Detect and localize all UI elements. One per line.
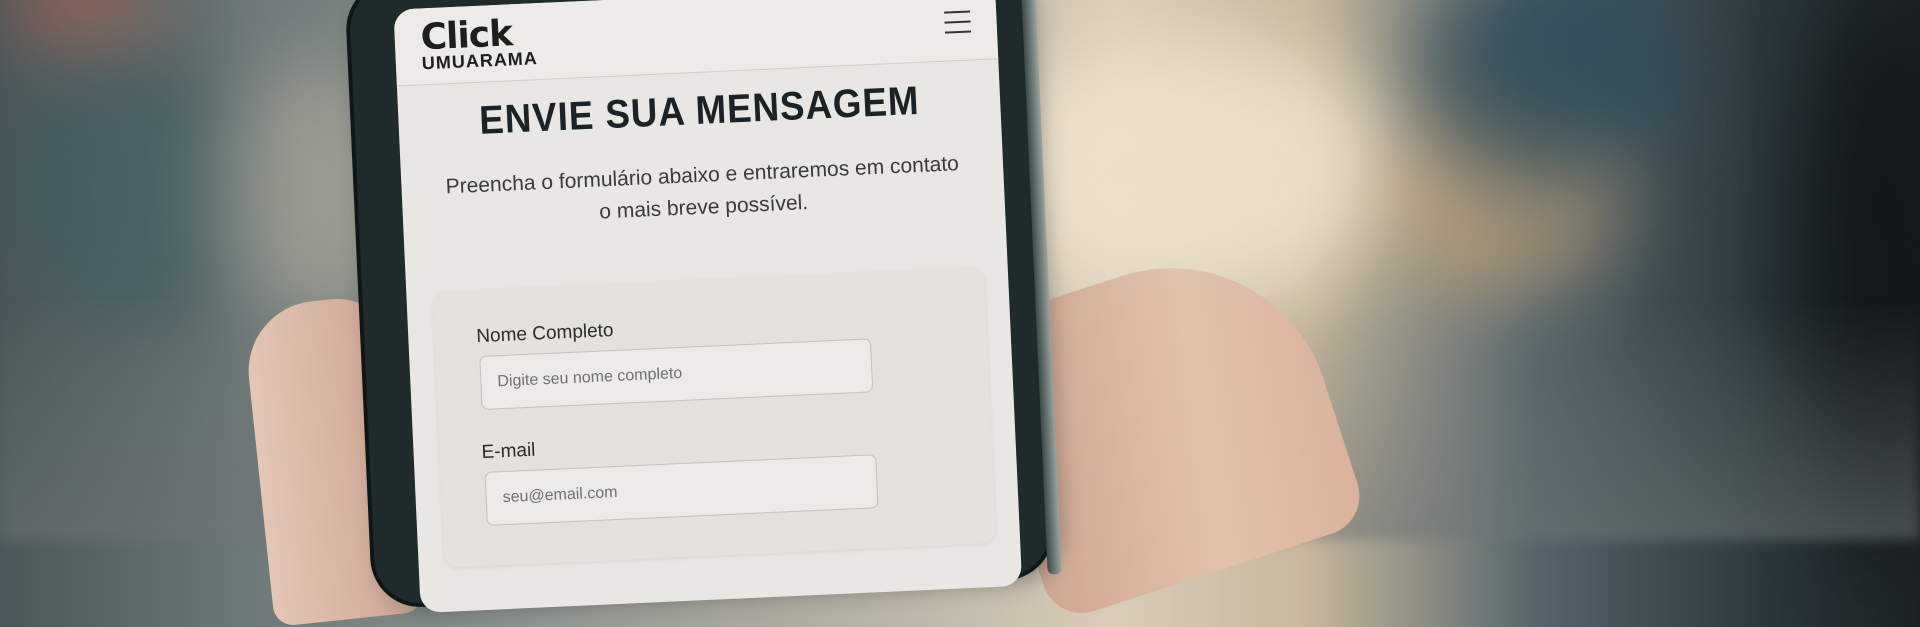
site-logo[interactable]: Click UMUARAMA bbox=[420, 13, 539, 74]
page-subtitle: Preencha o formulário abaixo e entraremo… bbox=[445, 152, 960, 224]
contact-section: ENVIE SUA MENSAGEM Preencha o formulário… bbox=[397, 59, 1020, 569]
name-label: Nome Completo bbox=[475, 319, 614, 348]
hamburger-menu-icon[interactable] bbox=[944, 10, 972, 34]
name-field-group: Nome Completo bbox=[464, 304, 959, 411]
page-title: ENVIE SUA MENSAGEM bbox=[478, 78, 921, 143]
email-input[interactable] bbox=[484, 454, 879, 526]
email-field-group: E-mail bbox=[469, 420, 964, 526]
logo-sub-text: UMUARAMA bbox=[421, 48, 539, 74]
smartphone: Click UMUARAMA ENVIE SUA MENSAGEM Preenc… bbox=[348, 0, 1062, 614]
phone-screen: Click UMUARAMA ENVIE SUA MENSAGEM Preenc… bbox=[393, 0, 1023, 614]
email-label: E-mail bbox=[481, 439, 536, 464]
contact-form: Nome Completo E-mail bbox=[432, 267, 997, 568]
background-blur bbox=[0, 0, 160, 40]
name-input[interactable] bbox=[479, 338, 874, 411]
